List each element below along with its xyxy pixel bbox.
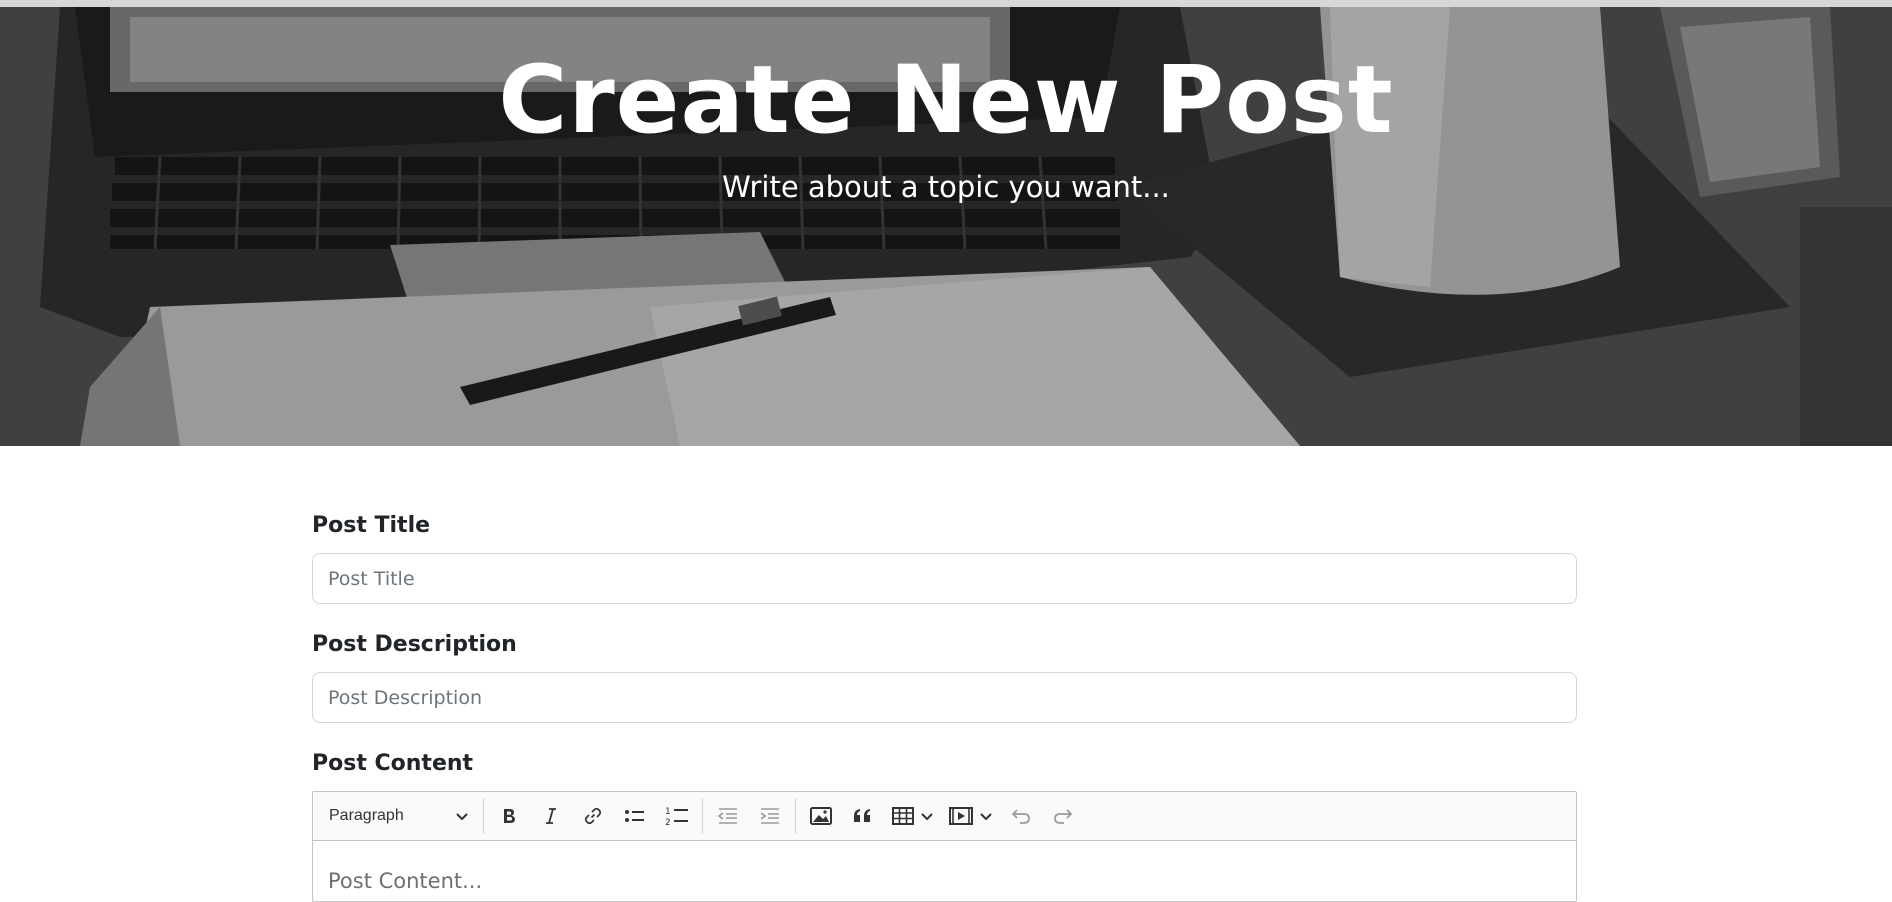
table-icon (892, 807, 914, 825)
italic-button[interactable] (530, 796, 572, 836)
undo-icon (1011, 809, 1030, 824)
image-icon (810, 807, 832, 825)
undo-button[interactable] (1000, 796, 1042, 836)
redo-button[interactable] (1042, 796, 1084, 836)
indent-icon (760, 808, 779, 824)
editor-toolbar: Paragraph 12 (313, 792, 1576, 841)
top-border (0, 0, 1892, 7)
rich-text-editor: Paragraph 12 Post Content... (312, 791, 1577, 902)
page-title: Create New Post (498, 46, 1394, 155)
toolbar-separator (795, 798, 796, 834)
hero-text: Create New Post Write about a topic you … (0, 47, 1892, 205)
outdent-button[interactable] (707, 796, 749, 836)
toolbar-separator (702, 798, 703, 834)
numbered-list-button[interactable]: 12 (656, 796, 698, 836)
blockquote-icon (854, 809, 870, 822)
post-description-input[interactable] (312, 672, 1577, 723)
hero-header: Create New Post Write about a topic you … (0, 7, 1892, 446)
bold-button[interactable] (488, 796, 530, 836)
link-icon (584, 807, 602, 825)
link-button[interactable] (572, 796, 614, 836)
post-description-label: Post Description (312, 632, 517, 657)
bulleted-list-icon (625, 810, 644, 822)
editor-content-area[interactable]: Post Content... (313, 841, 1576, 901)
outdent-icon (717, 808, 737, 824)
heading-dropdown-label: Paragraph (329, 807, 404, 824)
redo-icon (1054, 809, 1073, 824)
toolbar-separator (483, 798, 484, 834)
indent-button[interactable] (749, 796, 791, 836)
post-title-label: Post Title (312, 513, 431, 538)
svg-text:2: 2 (665, 818, 671, 827)
insert-media-button[interactable] (942, 796, 1000, 836)
media-icon (949, 807, 973, 825)
post-title-input[interactable] (312, 553, 1577, 604)
heading-dropdown[interactable]: Paragraph (319, 797, 479, 835)
bulleted-list-button[interactable] (614, 796, 656, 836)
chevron-down-icon (980, 813, 992, 821)
svg-text:1: 1 (665, 807, 671, 817)
post-content-label: Post Content (312, 751, 474, 776)
bold-icon (504, 809, 515, 823)
chevron-down-icon (921, 813, 933, 821)
blockquote-button[interactable] (842, 796, 884, 836)
editor-placeholder: Post Content... (328, 869, 483, 893)
numbered-list-icon: 12 (665, 807, 688, 827)
italic-icon (546, 808, 556, 824)
page-subtitle: Write about a topic you want... (722, 170, 1170, 204)
create-post-form: Post Title Post Description Post Content… (312, 513, 1577, 902)
chevron-down-icon (456, 813, 468, 821)
insert-table-button[interactable] (884, 796, 942, 836)
insert-image-button[interactable] (800, 796, 842, 836)
